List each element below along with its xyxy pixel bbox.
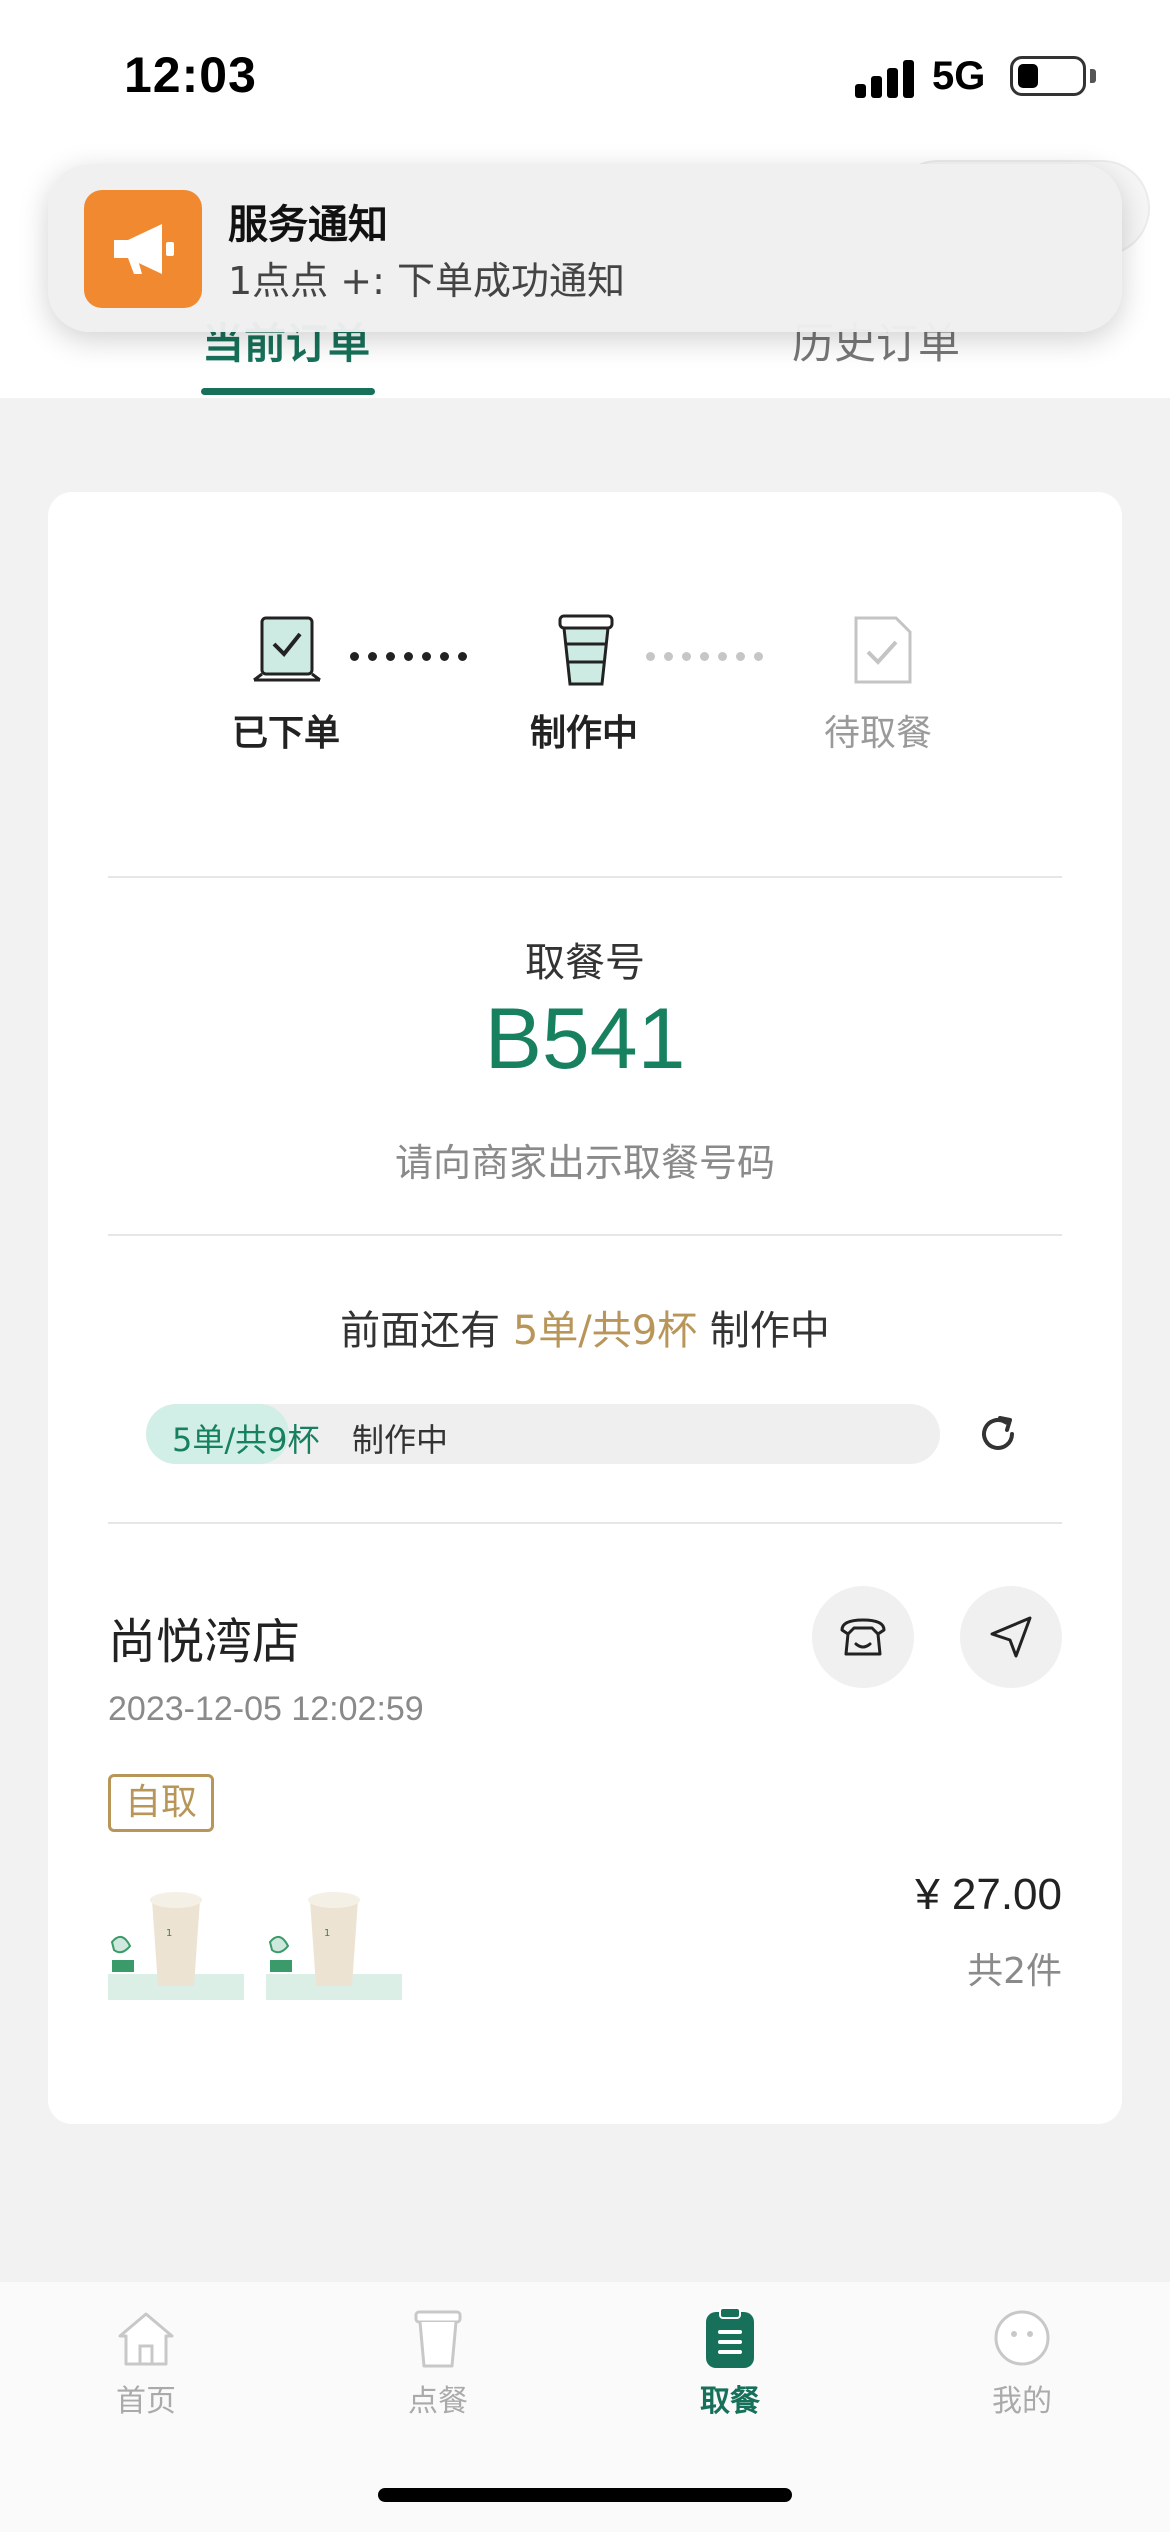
notification-body: 1点点 +: 下单成功通知 bbox=[228, 259, 625, 303]
service-notification[interactable]: 服务通知 1点点 +: 下单成功通知 bbox=[48, 164, 1122, 332]
cup-icon bbox=[414, 2310, 462, 2368]
order-placed-icon bbox=[252, 614, 322, 690]
pickup-number-label: 取餐号 bbox=[525, 940, 645, 986]
refresh-icon[interactable] bbox=[974, 1410, 1022, 1458]
divider bbox=[108, 876, 1062, 878]
store-name: 尚悦湾店 bbox=[108, 1614, 301, 1670]
nav-order[interactable]: 点餐 bbox=[338, 2306, 538, 2436]
status-time: 12:03 bbox=[124, 47, 257, 103]
battery-icon bbox=[1010, 56, 1086, 96]
pickup-type-tag: 自取 bbox=[108, 1774, 215, 1832]
telephone-icon bbox=[840, 1618, 886, 1656]
queue-suffix: 制作中 bbox=[709, 1308, 830, 1354]
home-indicator[interactable] bbox=[378, 2488, 792, 2502]
notification-title: 服务通知 bbox=[228, 202, 388, 248]
nav-home-label: 首页 bbox=[116, 2384, 176, 2419]
battery-cap bbox=[1090, 69, 1096, 83]
nav-order-label: 点餐 bbox=[408, 2384, 468, 2419]
call-store-button[interactable] bbox=[812, 1586, 914, 1688]
navigate-button[interactable] bbox=[960, 1586, 1062, 1688]
progress-status: 制作中 bbox=[352, 1421, 449, 1459]
nav-pickup[interactable]: 取餐 bbox=[630, 2306, 830, 2436]
active-tab-indicator bbox=[201, 388, 375, 395]
status-bar: 12:03 5G bbox=[0, 0, 1170, 150]
step-label-making: 制作中 bbox=[529, 713, 638, 754]
queue-summary: 前面还有 5单/共9杯 制作中 bbox=[48, 1298, 1122, 1356]
product-image: 1 bbox=[108, 1890, 244, 2000]
product-image: 1 bbox=[266, 1890, 402, 2000]
queue-count: 5单/共9杯 bbox=[512, 1308, 698, 1354]
network-type: 5G bbox=[932, 54, 986, 98]
order-card: 已下单 制作中 待取餐 取餐号 B541 请向商家出示取餐号码 前面还有 5单/… bbox=[48, 492, 1122, 2124]
cup-icon bbox=[556, 610, 616, 692]
face-icon bbox=[994, 2310, 1050, 2366]
queue-prefix: 前面还有 bbox=[340, 1308, 501, 1354]
step-connector-done bbox=[350, 652, 467, 662]
step-connector-pending bbox=[646, 652, 763, 662]
pickup-number: B541 bbox=[484, 991, 686, 1087]
svg-text:1: 1 bbox=[324, 1928, 330, 1939]
queue-progress-bar: 5单/共9杯 制作中 bbox=[146, 1404, 940, 1464]
progress-count: 5单/共9杯 bbox=[172, 1421, 320, 1459]
signal-icon bbox=[855, 58, 915, 98]
home-icon bbox=[118, 2312, 174, 2366]
svg-text:1: 1 bbox=[166, 1928, 172, 1939]
nav-home[interactable]: 首页 bbox=[46, 2306, 246, 2436]
nav-pickup-label: 取餐 bbox=[700, 2384, 760, 2419]
nav-profile[interactable]: 我的 bbox=[922, 2306, 1122, 2436]
navigation-arrow-icon bbox=[990, 1616, 1032, 1658]
pickup-hint: 请向商家出示取餐号码 bbox=[394, 1141, 775, 1185]
order-price: ¥ 27.00 bbox=[915, 1870, 1062, 1919]
divider bbox=[108, 1234, 1062, 1236]
pickup-icon bbox=[852, 614, 914, 690]
clipboard-icon bbox=[706, 2307, 754, 2368]
divider bbox=[108, 1522, 1062, 1524]
megaphone-icon bbox=[84, 190, 202, 308]
item-count: 共2件 bbox=[967, 1951, 1062, 1992]
step-label-placed: 已下单 bbox=[231, 713, 340, 754]
nav-profile-label: 我的 bbox=[992, 2384, 1052, 2419]
order-time: 2023-12-05 12:02:59 bbox=[108, 1690, 424, 1728]
step-label-pickup: 待取餐 bbox=[823, 713, 932, 754]
